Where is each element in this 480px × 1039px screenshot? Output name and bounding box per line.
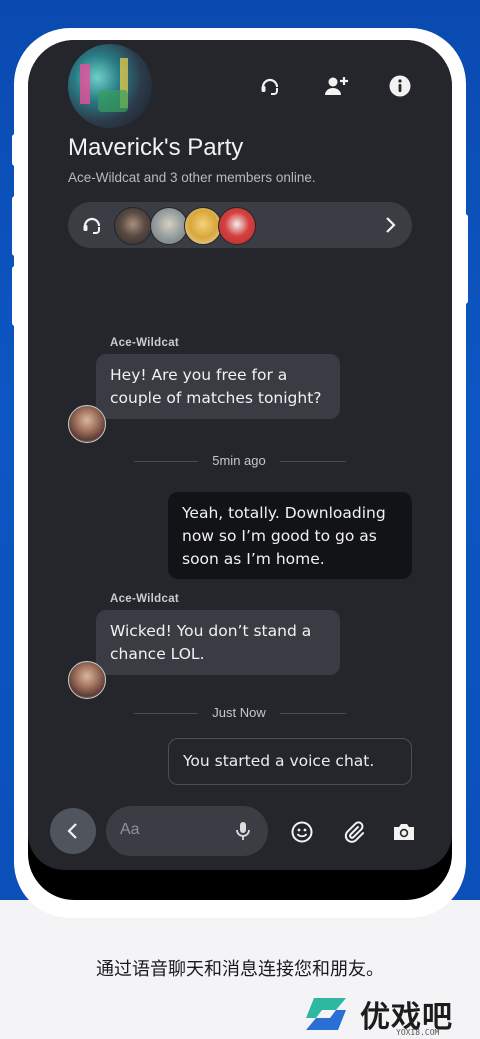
phone-side-button <box>12 196 18 256</box>
party-chat-screen: Maverick's Party Ace-Wildcat and 3 other… <box>28 40 452 870</box>
message-bubble[interactable]: Hey! Are you free for a couple of matche… <box>96 354 340 419</box>
members-bar[interactable] <box>68 202 412 248</box>
headset-icon[interactable] <box>254 70 286 102</box>
divider-line <box>280 461 346 462</box>
promo-caption: 通过语音聊天和消息连接您和朋友。 <box>96 959 384 980</box>
divider-line <box>134 461 198 462</box>
message-bubble-self[interactable]: Yeah, totally. Downloading now so I’m go… <box>168 492 412 579</box>
message-sender: Ace-Wildcat <box>110 593 180 605</box>
divider-line <box>280 713 346 714</box>
message-input[interactable]: Aa <box>106 806 268 856</box>
brand-logo-icon <box>306 998 346 1030</box>
sender-avatar[interactable] <box>68 405 106 443</box>
member-avatar[interactable] <box>150 207 188 245</box>
camera-icon[interactable] <box>390 818 418 846</box>
party-title: Maverick's Party <box>68 134 244 161</box>
info-icon[interactable] <box>384 70 416 102</box>
voice-chat-notice: You started a voice chat. <box>168 738 412 785</box>
brand-url: YOXI8.COM <box>396 1028 440 1037</box>
back-icon <box>67 823 77 839</box>
member-avatar[interactable] <box>114 207 152 245</box>
timestamp-divider: 5min ago <box>212 453 266 468</box>
headset-icon <box>80 213 104 241</box>
phone-side-button <box>462 214 468 304</box>
sender-avatar[interactable] <box>68 661 106 699</box>
mic-icon[interactable] <box>234 821 252 845</box>
member-avatar[interactable] <box>218 207 256 245</box>
add-user-icon[interactable] <box>320 70 352 102</box>
back-button[interactable] <box>50 808 96 854</box>
emoji-icon[interactable] <box>288 818 316 846</box>
phone-side-button <box>12 266 18 326</box>
member-avatar[interactable] <box>184 207 222 245</box>
chevron-right-icon <box>380 215 400 239</box>
party-avatar[interactable] <box>68 44 152 128</box>
message-bubble[interactable]: Wicked! You don’t stand a chance LOL. <box>96 610 340 675</box>
phone-side-button <box>12 134 18 166</box>
timestamp-divider: Just Now <box>212 705 266 720</box>
attachment-icon[interactable] <box>340 818 368 846</box>
party-status: Ace-Wildcat and 3 other members online. <box>68 170 316 185</box>
phone-screen: Maverick's Party Ace-Wildcat and 3 other… <box>28 40 452 900</box>
message-sender: Ace-Wildcat <box>110 337 180 349</box>
message-input-placeholder: Aa <box>120 821 140 838</box>
brand-logo: 优戏吧 YOXI8.COM <box>300 992 480 1038</box>
divider-line <box>134 713 198 714</box>
